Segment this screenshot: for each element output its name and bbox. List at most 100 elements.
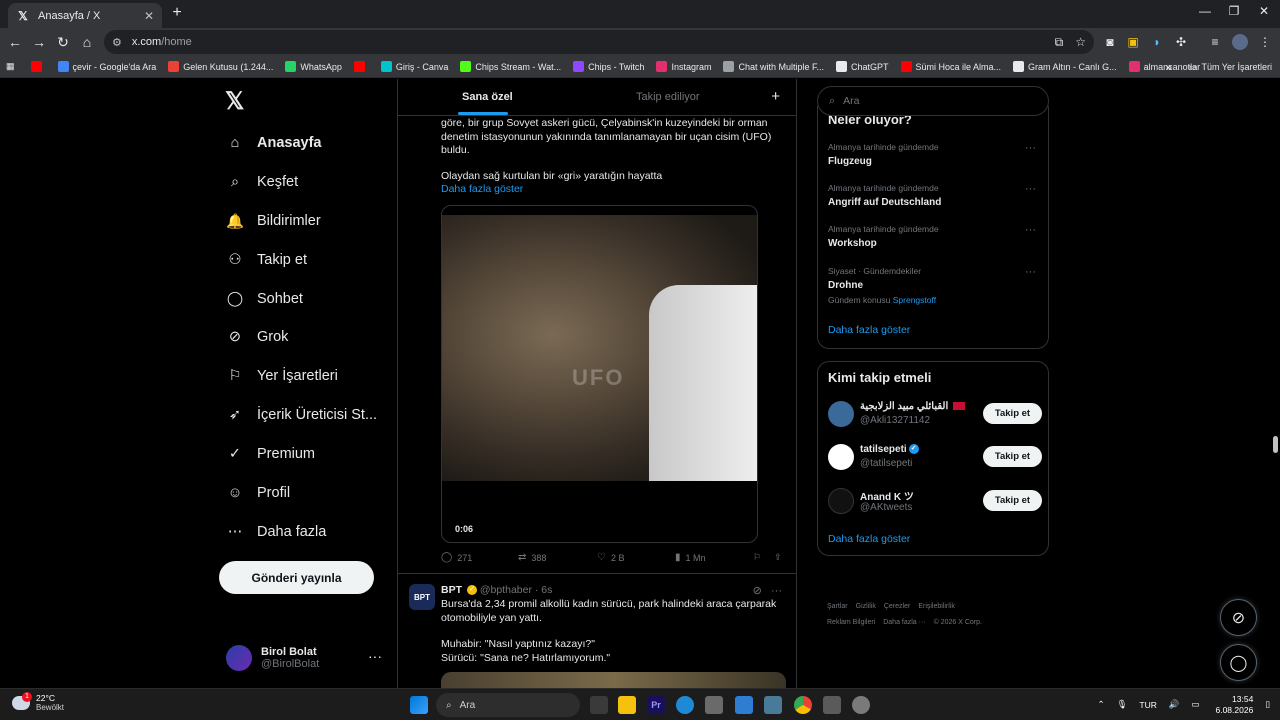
who-to-follow-show-more[interactable]: Daha fazla göster	[828, 533, 910, 545]
install-app-icon[interactable]: ⧉	[1055, 35, 1064, 50]
tweet-image[interactable]	[441, 672, 786, 688]
search-input[interactable]: ⌕ Ara	[817, 86, 1049, 116]
tab-following[interactable]: Takip ediliyor	[636, 91, 700, 103]
nav-item-verified[interactable]: ✓ Premium	[226, 441, 315, 467]
account-switcher[interactable]: Birol Bolat @BirolBolat ···	[226, 642, 386, 674]
footer-link[interactable]: Erişilebilirlik	[918, 603, 955, 610]
nav-item-rocket[interactable]: ➶ İçerik Üreticisi St...	[226, 402, 377, 428]
nav-item-bookmark[interactable]: ⚐ Yer İşaretleri	[226, 363, 338, 389]
app-icon[interactable]	[764, 696, 782, 714]
trend-item[interactable]: Almanya tarihinde gündemde Workshop ···	[828, 224, 1042, 249]
footer-link[interactable]: Daha fazla ···	[883, 619, 925, 626]
bookmark-item[interactable]: Chips - Twitch	[573, 61, 644, 72]
nav-item-follow[interactable]: ⚇ Takip et	[226, 247, 307, 273]
bookmark-item[interactable]: WhatsApp	[285, 61, 342, 72]
address-bar[interactable]: ⚙ x.com /home ⧉ ☆	[104, 30, 1094, 54]
tray-overflow-icon[interactable]: ⌃	[1097, 699, 1104, 710]
clock[interactable]: 13:54 6.08.2026	[1215, 694, 1253, 716]
bookmark-item[interactable]: çevir - Google'da Ara	[57, 61, 156, 72]
task-view-icon[interactable]	[590, 696, 608, 714]
repost-button[interactable]: ⇄ 388	[518, 552, 546, 563]
notifications-icon[interactable]: ▯	[1265, 699, 1270, 710]
author-name[interactable]: BPT	[441, 584, 462, 596]
apps-grid-icon[interactable]: ▦	[6, 61, 15, 72]
follow-suggestion[interactable]: tatilsepeti ✓ @tatilsepeti Takip et	[828, 442, 1042, 472]
bookmark-tweet-icon[interactable]: ⚐	[753, 552, 761, 563]
trend-more-icon[interactable]: ···	[1025, 183, 1036, 195]
bookmark-item[interactable]: Gram Altın - Canlı G...	[1013, 61, 1117, 72]
language-indicator[interactable]: TUR	[1139, 700, 1156, 710]
trend-item[interactable]: Almanya tarihinde gündemde Angriff auf De…	[828, 183, 1042, 208]
footer-link[interactable]: Gizlilik	[856, 603, 876, 610]
avatar[interactable]	[828, 401, 854, 427]
new-tab-button[interactable]: +	[168, 4, 186, 22]
tweet-more-icons[interactable]: ⊘ ···	[753, 584, 782, 597]
extensions-puzzle-icon[interactable]: ✣	[1173, 34, 1189, 50]
file-explorer-icon[interactable]	[618, 696, 636, 714]
x-logo-icon[interactable]: 𝕏	[225, 87, 244, 116]
app-icon[interactable]	[852, 696, 870, 714]
site-info-icon[interactable]: ⚙	[112, 36, 122, 49]
nav-item-search[interactable]: ⌕ Keşfet	[226, 169, 298, 195]
add-feed-icon[interactable]: +	[771, 88, 780, 105]
bookmark-item[interactable]: ChatGPT	[836, 61, 889, 72]
bookmark-item[interactable]: Giriş - Canva	[380, 61, 448, 72]
reload-icon[interactable]: ↻	[54, 33, 72, 51]
nav-item-profile[interactable]: ☺ Profil	[226, 480, 290, 506]
maximize-button[interactable]: ❐	[1225, 4, 1243, 18]
bookmark-item[interactable]: Chat with Multiple F...	[723, 61, 824, 72]
taskbar-search[interactable]: ⌕ Ara	[436, 693, 580, 717]
extension-yellow-icon[interactable]: ▣	[1125, 34, 1141, 50]
minimize-button[interactable]: —	[1196, 4, 1214, 18]
trend-item[interactable]: Almanya tarihinde gündemde Flugzeug ···	[828, 142, 1042, 167]
back-icon[interactable]: ←	[6, 33, 24, 51]
share-icon[interactable]: ⇪	[774, 552, 782, 563]
close-window-button[interactable]: ✕	[1255, 4, 1273, 18]
profile-avatar-icon[interactable]	[1232, 34, 1248, 50]
forward-icon[interactable]: →	[30, 33, 48, 51]
follow-suggestion[interactable]: القبائلي مبيد الزلابجية @Akli13271142 Taki…	[828, 399, 1042, 429]
follow-button[interactable]: Takip et	[983, 490, 1042, 511]
trend-more-icon[interactable]: ···	[1025, 142, 1036, 154]
scrollbar-thumb[interactable]	[1273, 436, 1278, 453]
tab-for-you[interactable]: Sana özel	[462, 91, 513, 103]
browser-tab[interactable]: 𝕏 Anasayfa / X ✕	[8, 3, 162, 28]
bookmark-item[interactable]: Gelen Kutusu (1.244...	[168, 61, 273, 72]
follow-suggestion[interactable]: Anand K ツ @AKtweets Takip et	[828, 486, 1042, 516]
store-icon[interactable]	[705, 696, 723, 714]
messages-fab-icon[interactable]: ◯	[1220, 644, 1257, 681]
trend-item[interactable]: Siyaset · Gündemdekiler Drohne Gündem konu…	[828, 266, 1042, 305]
nav-item-grok[interactable]: ⊘ Grok	[226, 324, 289, 350]
extension-audio-icon[interactable]: ◗	[1149, 34, 1165, 50]
grok-fab-icon[interactable]: ⊘	[1220, 599, 1257, 636]
page-scrollbar[interactable]	[1271, 79, 1280, 688]
home-browser-icon[interactable]: ⌂	[78, 33, 96, 51]
like-button[interactable]: ♡ 2 B	[597, 552, 624, 563]
tweet-video[interactable]: UFO 0:06	[441, 205, 758, 543]
microphone-icon[interactable]: 🎙	[1117, 699, 1128, 710]
nav-item-bell[interactable]: 🔔 Bildirimler	[226, 208, 321, 234]
nav-item-chat[interactable]: ◯ Sohbet	[226, 286, 303, 312]
reply-button[interactable]: ◯ 271	[441, 552, 472, 563]
star-icon[interactable]: ☆	[1075, 35, 1086, 50]
volume-icon[interactable]: 🔊	[1169, 699, 1180, 710]
grok-explain-icon[interactable]: ⊘	[753, 585, 762, 597]
edge-icon[interactable]	[676, 696, 694, 714]
app-icon[interactable]	[823, 696, 841, 714]
bookmark-item[interactable]	[353, 61, 369, 72]
trends-show-more[interactable]: Daha fazla göster	[828, 324, 910, 336]
media-control-icon[interactable]: ≡	[1207, 34, 1223, 50]
views-button[interactable]: ▮ 1 Mn	[675, 552, 706, 563]
footer-link[interactable]: Reklam Bilgileri	[827, 619, 875, 626]
avatar[interactable]	[828, 444, 854, 470]
more-icon[interactable]: ···	[771, 585, 782, 597]
footer-link[interactable]: Çerezler	[884, 603, 910, 610]
account-more-icon[interactable]: ···	[368, 648, 382, 664]
footer-link[interactable]: Şartlar	[827, 603, 848, 610]
nav-item-home[interactable]: ⌂ Anasayfa	[226, 130, 322, 156]
extension-camera-icon[interactable]: ◙	[1102, 34, 1118, 50]
all-bookmarks[interactable]: ▭ Tüm Yer İşaretleri	[1189, 56, 1272, 77]
show-more-link[interactable]: Daha fazla göster	[441, 183, 523, 195]
network-icon[interactable]: ▭	[1191, 699, 1199, 710]
app-icon[interactable]	[735, 696, 753, 714]
